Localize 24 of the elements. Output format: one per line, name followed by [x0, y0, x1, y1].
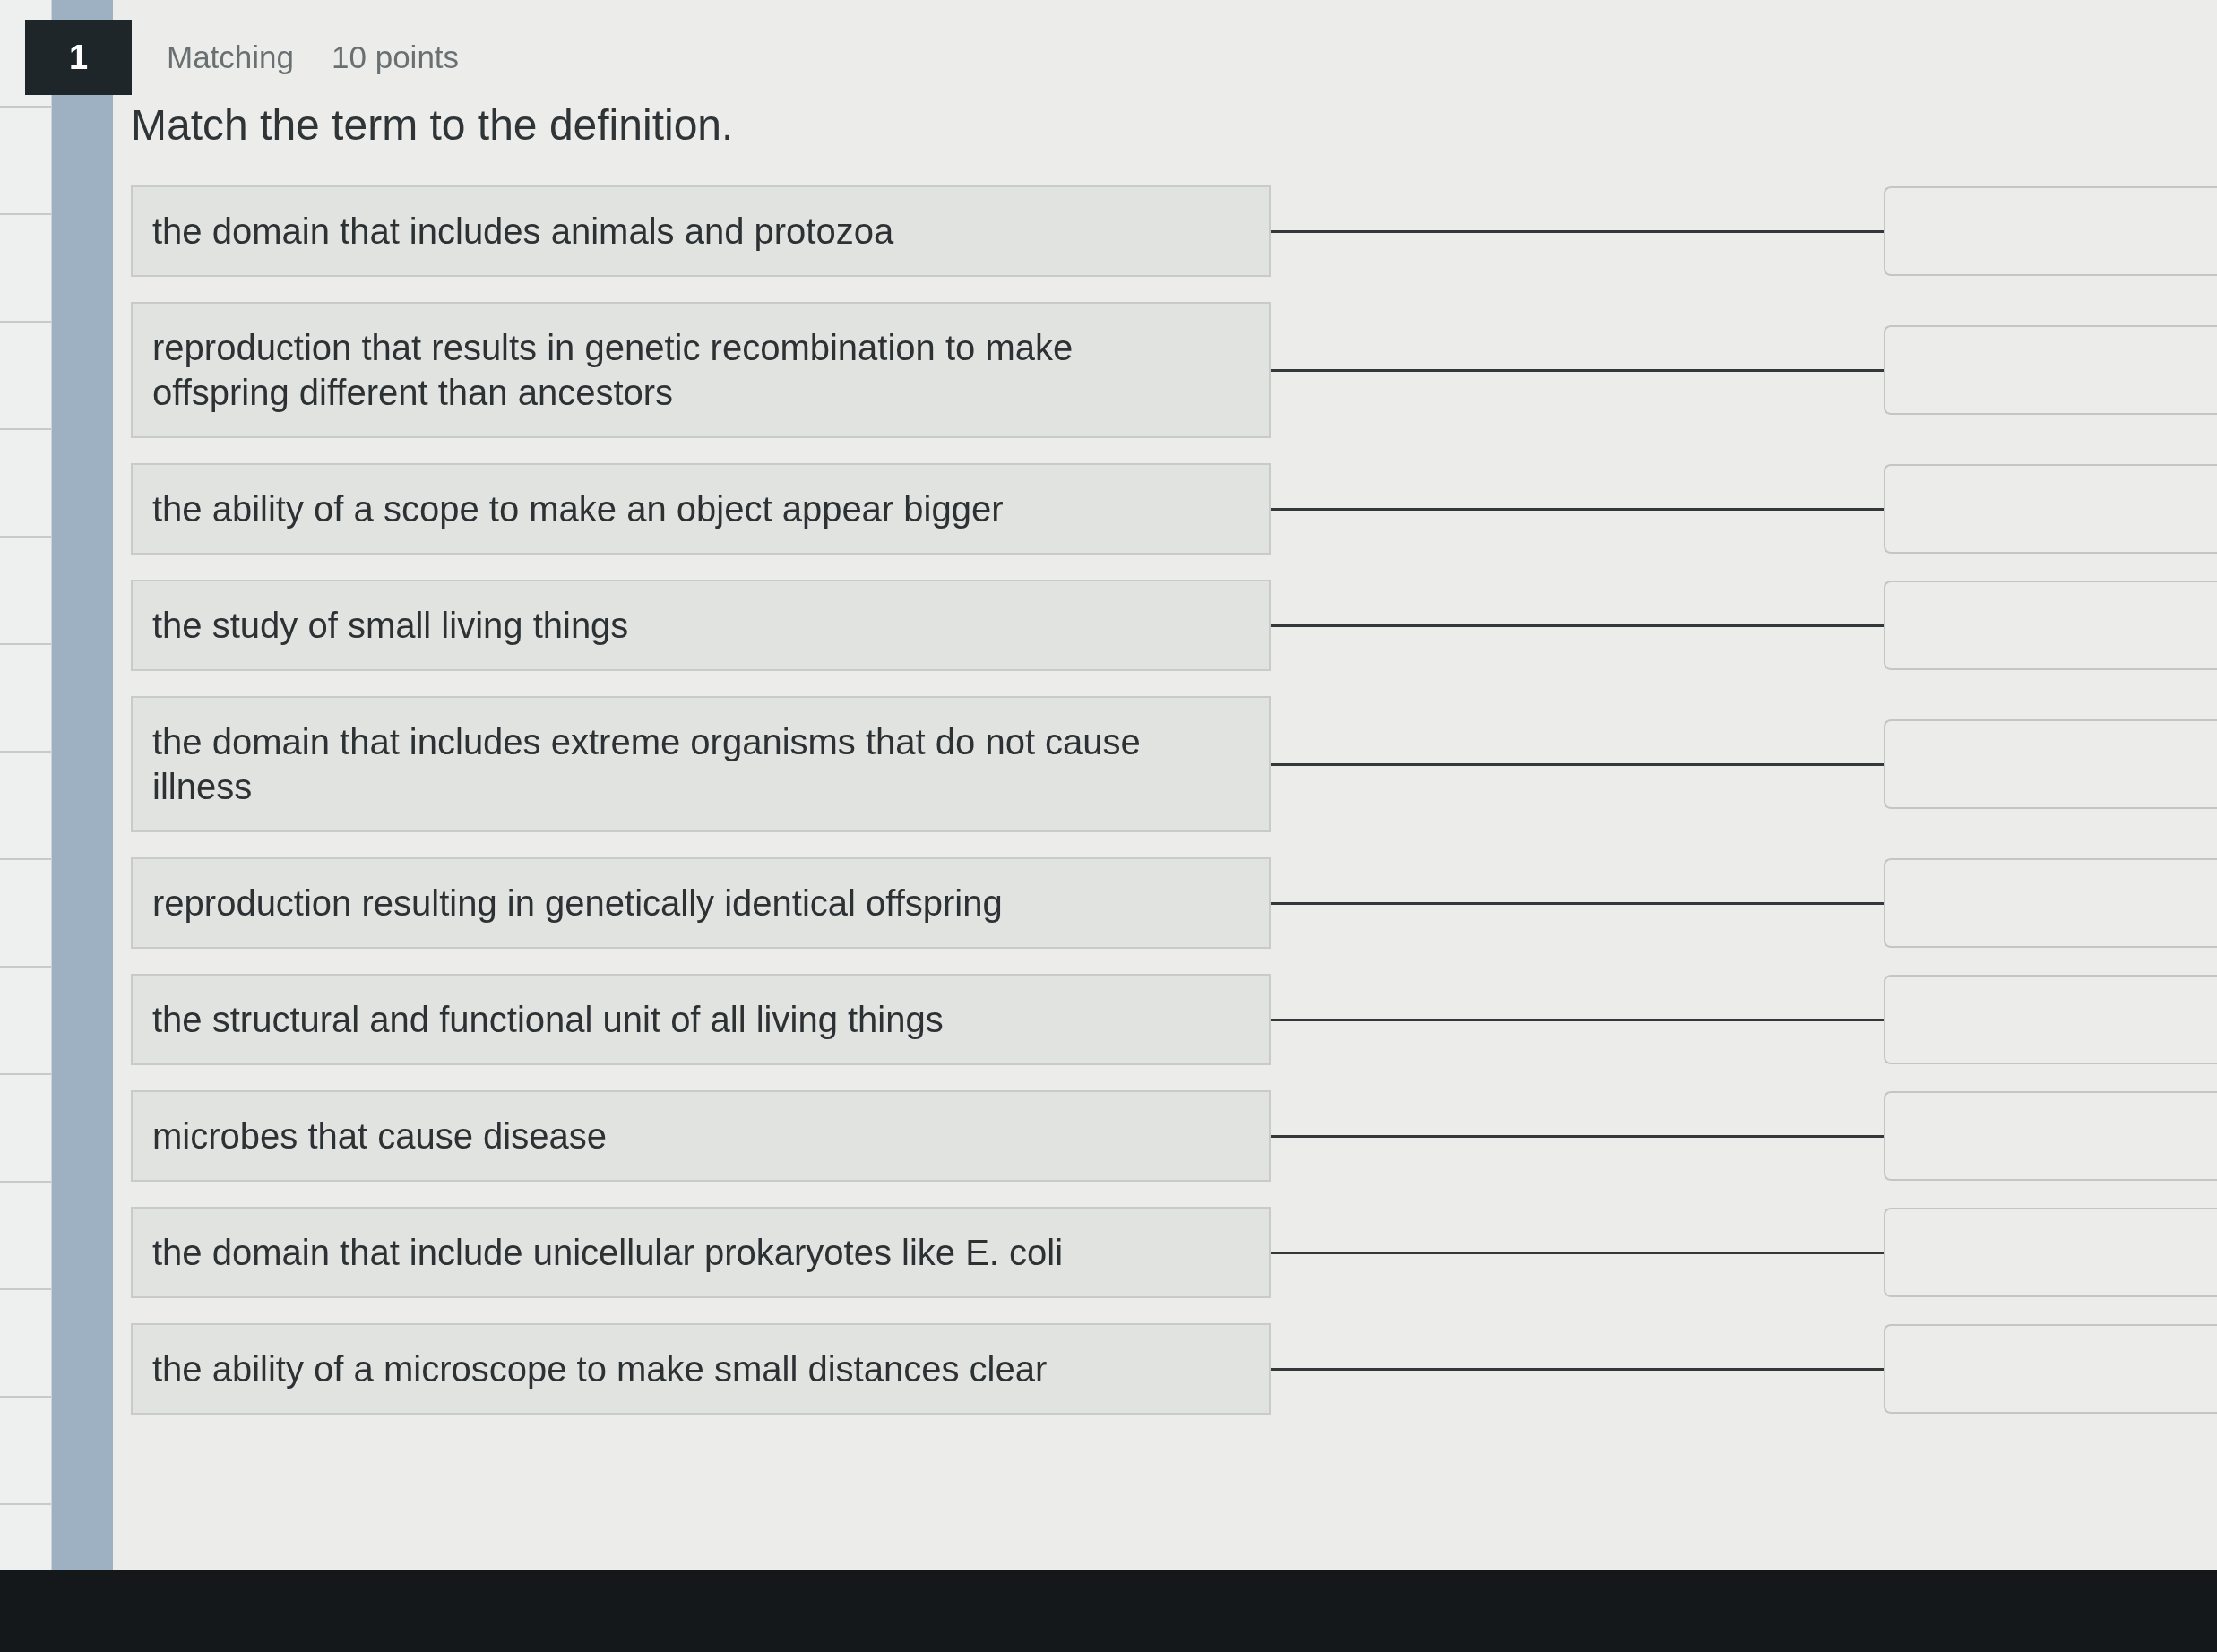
definition-card: reproduction that results in genetic recombination to make offspring different than ancestors: [131, 302, 1271, 438]
answer-box[interactable]: [1884, 325, 2217, 415]
question-prompt: Match the term to the definition.: [131, 100, 734, 150]
question-points: 10 points: [332, 39, 460, 75]
answer-box[interactable]: [1884, 581, 2217, 670]
answer-box[interactable]: [1884, 858, 2217, 948]
definition-card: the domain that includes animals and protozoa: [131, 185, 1271, 277]
definition-card: reproduction resulting in genetically identical offspring: [131, 857, 1271, 949]
definition-card: the domain that include unicellular prokaryotes like E. coli: [131, 1207, 1271, 1298]
answer-box[interactable]: [1884, 1324, 2217, 1414]
definition-card: microbes that cause disease: [131, 1090, 1271, 1182]
answer-box[interactable]: [1884, 186, 2217, 276]
answer-box[interactable]: [1884, 1091, 2217, 1181]
answer-box[interactable]: [1884, 1208, 2217, 1297]
definition-card: the study of small living things: [131, 580, 1271, 671]
answer-box[interactable]: [1884, 975, 2217, 1064]
definition-card: the ability of a microscope to make small distances clear: [131, 1323, 1271, 1415]
definition-card: the domain that includes extreme organisms that do not cause illness: [131, 696, 1271, 832]
answer-box[interactable]: [1884, 464, 2217, 554]
question-number: 1: [25, 20, 132, 95]
definition-card: the ability of a scope to make an object appear bigger: [131, 463, 1271, 555]
definition-card: the structural and functional unit of all living things: [131, 974, 1271, 1065]
answer-box[interactable]: [1884, 719, 2217, 809]
question-type: Matching: [167, 39, 295, 75]
